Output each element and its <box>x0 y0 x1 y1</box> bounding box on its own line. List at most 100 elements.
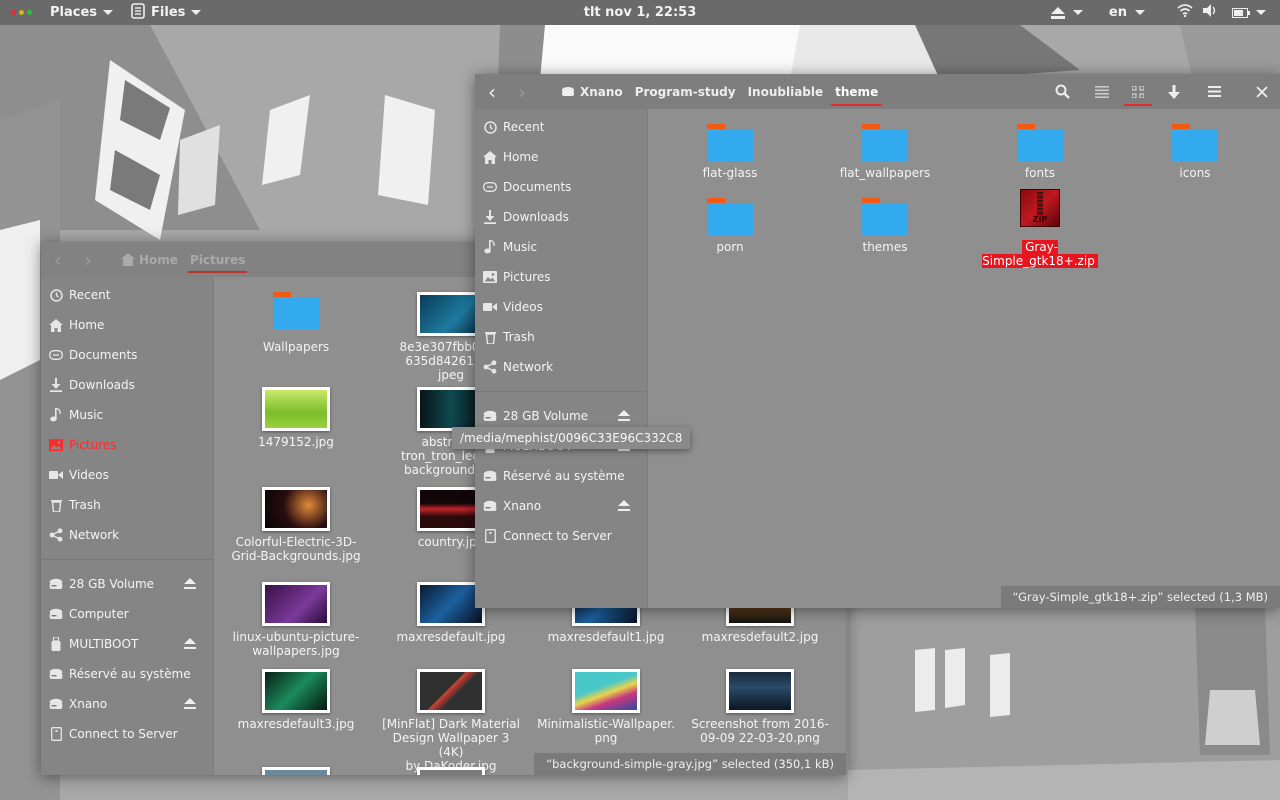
eject-icon[interactable] <box>184 698 196 709</box>
eject-icon[interactable] <box>618 410 630 421</box>
battery-icon[interactable] <box>1232 7 1266 18</box>
device-r-serv-au-syst-me[interactable]: Réservé au système <box>475 461 647 491</box>
file-label[interactable]: Minimalistic-Wallpaper. png <box>536 717 676 745</box>
menu-button[interactable] <box>1196 74 1232 109</box>
sidebar-item-videos[interactable]: Videos <box>41 460 213 490</box>
sidebar-item-recent[interactable]: Recent <box>41 280 213 310</box>
breadcrumb-program-study[interactable]: Program-study <box>629 74 742 109</box>
image-thumbnail[interactable] <box>262 767 330 775</box>
back-button[interactable]: ‹ <box>477 74 507 109</box>
breadcrumb-label: theme <box>835 84 879 99</box>
file-label[interactable]: linux-ubuntu-picture- wallpapers.jpg <box>226 630 366 658</box>
eject-icon[interactable] <box>184 578 196 589</box>
sidebar-item-home[interactable]: Home <box>41 310 213 340</box>
sidebar-item-trash[interactable]: Trash <box>41 490 213 520</box>
sidebar-item-label: Trash <box>503 330 535 344</box>
breadcrumb-label: Pictures <box>189 252 246 267</box>
file-label[interactable]: maxresdefault1.jpg <box>536 630 676 644</box>
close-button[interactable] <box>1244 74 1280 109</box>
file-label[interactable]: Colorful-Electric-3D- Grid-Backgrounds.j… <box>226 535 366 563</box>
drive-icon <box>483 409 497 423</box>
file-label[interactable]: [MinFlat] Dark Material Design Wallpaper… <box>381 717 521 773</box>
sidebar-item-network[interactable]: Network <box>475 352 647 382</box>
file-label[interactable]: maxresdefault3.jpg <box>226 717 366 731</box>
eject-icon[interactable] <box>618 500 630 511</box>
files-app-menu[interactable]: Files <box>131 2 202 23</box>
image-thumbnail[interactable] <box>417 767 485 775</box>
language-menu[interactable]: en <box>1109 5 1145 20</box>
breadcrumb-theme[interactable]: theme <box>829 74 884 109</box>
folder-icon[interactable] <box>862 198 908 235</box>
breadcrumb-pictures[interactable]: Pictures <box>184 242 252 277</box>
file-label[interactable]: icons <box>1120 166 1270 180</box>
back-button[interactable]: ‹ <box>43 242 73 277</box>
file-label[interactable]: maxresdefault2.jpg <box>690 630 830 644</box>
folder-icon[interactable] <box>273 292 319 329</box>
sidebar-item-trash[interactable]: Trash <box>475 322 647 352</box>
sidebar-item-music[interactable]: Music <box>41 400 213 430</box>
file-label[interactable]: Screenshot from 2016- 09-09 22-03-20.png <box>690 717 830 745</box>
folder-icon[interactable] <box>707 124 753 161</box>
device-connect-to-server[interactable]: Connect to Server <box>41 719 213 749</box>
file-label[interactable]: Gray-Simple_gtk18+.zip <box>965 240 1115 268</box>
image-thumbnail[interactable] <box>262 487 330 531</box>
drive-icon <box>49 697 63 711</box>
device-computer[interactable]: Computer <box>41 599 213 629</box>
breadcrumb-home[interactable]: Home <box>115 242 184 277</box>
grid-view-button[interactable] <box>1120 74 1156 109</box>
video-icon <box>49 468 63 482</box>
file-label[interactable]: maxresdefault.jpg <box>381 630 521 644</box>
sidebar-item-home[interactable]: Home <box>475 142 647 172</box>
file-label[interactable]: flat-glass <box>655 166 805 180</box>
sidebar-item-network[interactable]: Network <box>41 520 213 550</box>
breadcrumb-inoubliable[interactable]: Inoubliable <box>742 74 830 109</box>
sidebar-item-videos[interactable]: Videos <box>475 292 647 322</box>
image-thumbnail[interactable] <box>572 669 640 713</box>
folder-icon[interactable] <box>707 198 753 235</box>
places-menu[interactable]: Places <box>50 5 114 20</box>
image-thumbnail[interactable] <box>726 669 794 713</box>
search-button[interactable] <box>1044 74 1080 109</box>
file-label[interactable]: themes <box>810 240 960 254</box>
device-xnano[interactable]: Xnano <box>41 689 213 719</box>
breadcrumb-xnano[interactable]: Xnano <box>555 74 629 109</box>
image-thumbnail[interactable] <box>262 387 330 431</box>
file-label[interactable]: fonts <box>965 166 1115 180</box>
file-label[interactable]: porn <box>655 240 805 254</box>
home-icon <box>121 253 135 266</box>
device-r-serv-au-syst-me[interactable]: Réservé au système <box>41 659 213 689</box>
device-multiboot[interactable]: MULTIBOOT <box>41 629 213 659</box>
file-label[interactable]: Wallpapers <box>231 340 361 354</box>
archive-zip-icon[interactable]: ZIP <box>1020 189 1060 227</box>
forward-button[interactable]: › <box>73 242 103 277</box>
sidebar-item-pictures[interactable]: Pictures <box>41 430 213 460</box>
sidebar-item-downloads[interactable]: Downloads <box>475 202 647 232</box>
wifi-icon[interactable] <box>1177 4 1193 21</box>
image-thumbnail[interactable] <box>262 669 330 713</box>
window-controls-icon[interactable] <box>11 10 32 15</box>
sidebar-item-downloads[interactable]: Downloads <box>41 370 213 400</box>
eject-icon[interactable] <box>184 638 196 649</box>
search-icon <box>1055 84 1070 99</box>
device-connect-to-server[interactable]: Connect to Server <box>475 521 647 551</box>
file-label[interactable]: flat_wallpapers <box>810 166 960 180</box>
folder-icon[interactable] <box>1017 124 1063 161</box>
sidebar-item-pictures[interactable]: Pictures <box>475 262 647 292</box>
forward-button[interactable]: › <box>507 74 537 109</box>
device-label: Xnano <box>503 499 542 513</box>
device-xnano[interactable]: Xnano <box>475 491 647 521</box>
volume-icon[interactable] <box>1203 4 1218 21</box>
file-label[interactable]: 1479152.jpg <box>226 435 366 449</box>
list-view-button[interactable] <box>1084 74 1120 109</box>
device-28-gb-volume[interactable]: 28 GB Volume <box>41 569 213 599</box>
image-thumbnail[interactable] <box>417 669 485 713</box>
sidebar-item-documents[interactable]: Documents <box>475 172 647 202</box>
sidebar-item-music[interactable]: Music <box>475 232 647 262</box>
sidebar-item-recent[interactable]: Recent <box>475 112 647 142</box>
sort-button[interactable] <box>1156 74 1192 109</box>
sidebar-item-documents[interactable]: Documents <box>41 340 213 370</box>
folder-icon[interactable] <box>1172 124 1218 161</box>
image-thumbnail[interactable] <box>262 582 330 626</box>
eject-menu-icon[interactable] <box>1050 6 1083 19</box>
folder-icon[interactable] <box>862 124 908 161</box>
